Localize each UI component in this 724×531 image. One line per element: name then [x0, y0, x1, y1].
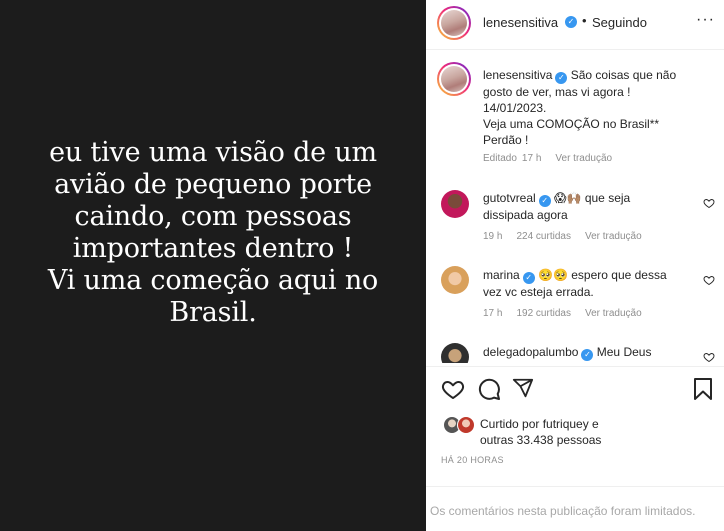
comment-avatar[interactable]: [441, 266, 469, 294]
comments-limited-notice: Os comentários nesta publicação foram li…: [426, 486, 724, 531]
comment-username[interactable]: marina: [483, 268, 520, 282]
heart-icon[interactable]: [441, 377, 465, 401]
comment-age: 17 h: [483, 308, 503, 319]
comment-age: 19 h: [483, 231, 503, 242]
caption-meta: Editado 17 h Ver tradução: [483, 153, 626, 164]
verified-badge-icon: ✓: [581, 349, 594, 361]
separator-dot: •: [582, 13, 587, 28]
comment-avatar[interactable]: [441, 343, 469, 363]
comment-line: vez vc esteja errada.: [483, 285, 594, 299]
following-button[interactable]: Seguindo: [592, 15, 647, 30]
post-media[interactable]: eu tive uma visão de um avião de pequeno…: [0, 0, 426, 531]
see-translation-link[interactable]: Ver tradução: [585, 308, 642, 319]
comment-line: 🥺🥺 espero que dessa: [538, 268, 667, 282]
caption-username[interactable]: lenesensitiva: [483, 68, 552, 82]
comments-list[interactable]: lenesensitiva ✓ São coisas que não gosto …: [426, 51, 724, 363]
media-text-line: Brasil.: [169, 297, 257, 328]
comment-line: dissipada agora: [483, 208, 568, 222]
caption-text: lenesensitiva ✓ São coisas que não gosto …: [483, 67, 715, 148]
comment-line: 😱🙌🏽 que seja: [554, 191, 631, 205]
comment-likes[interactable]: 224 curtidas: [516, 231, 570, 242]
more-options-icon[interactable]: ···: [696, 11, 715, 29]
caption-line: 14/01/2023.: [483, 101, 547, 115]
post-side-panel: lenesensitiva ✓ • Seguindo ··· lenesensi…: [426, 0, 724, 531]
likes-text: Curtido por futriquey e outras 33.438 pe…: [480, 416, 601, 448]
liked-by-line[interactable]: Curtido por futriquey e: [480, 416, 601, 432]
caption-age: 17 h: [521, 153, 542, 164]
comment-meta: 19 h 224 curtidas Ver tradução: [483, 231, 656, 242]
comment-text: marina ✓ 🥺🥺 espero que dessa vez vc estej…: [483, 267, 693, 300]
bookmark-icon[interactable]: [693, 377, 713, 401]
verified-badge-icon: ✓: [522, 272, 535, 284]
post-action-bar: [426, 366, 724, 412]
caption-line: gosto de ver, mas vi agora !: [483, 85, 631, 99]
comment-heart-icon[interactable]: [703, 197, 715, 209]
media-text-line: eu tive uma visão de um: [49, 137, 377, 168]
see-translation-link[interactable]: Ver tradução: [555, 153, 612, 164]
author-username[interactable]: lenesensitiva: [483, 15, 558, 30]
comment-text: delegadopalumbo ✓ Meu Deus: [483, 344, 693, 361]
comment-username[interactable]: gutotvreal: [483, 191, 536, 205]
media-text-line: Vi uma começão aqui no: [47, 265, 379, 296]
comment-line: Meu Deus: [596, 345, 652, 359]
liker-avatars: [443, 416, 477, 436]
verified-badge-icon: ✓: [538, 195, 551, 207]
comment-meta: 17 h 192 curtidas Ver tradução: [483, 308, 656, 319]
media-text-line: avião de pequeno porte: [54, 169, 372, 200]
post-media-text: eu tive uma visão de um avião de pequeno…: [0, 137, 426, 329]
post-timestamp[interactable]: HÁ 20 HORAS: [441, 455, 504, 465]
media-text-line: importantes dentro !: [72, 233, 354, 264]
liker-avatar: [457, 416, 475, 434]
likes-count-line[interactable]: outras 33.438 pessoas: [480, 432, 601, 448]
verified-badge-icon: ✓: [555, 72, 568, 84]
paper-plane-icon[interactable]: [512, 377, 534, 399]
author-avatar[interactable]: [437, 6, 471, 40]
verified-badge-icon: ✓: [565, 16, 577, 28]
media-text-line: caindo, com pessoas: [74, 201, 352, 232]
comment-avatar[interactable]: [441, 190, 469, 218]
edited-label: Editado: [483, 153, 517, 164]
comment-likes[interactable]: 192 curtidas: [516, 308, 570, 319]
see-translation-link[interactable]: Ver tradução: [585, 231, 642, 242]
comment-heart-icon[interactable]: [703, 274, 715, 286]
caption-avatar[interactable]: [437, 62, 471, 96]
caption-line: Veja uma COMOÇÃO no Brasil**: [483, 117, 660, 131]
comment-icon[interactable]: [477, 377, 501, 401]
comment-text: gutotvreal ✓ 😱🙌🏽 que seja dissipada agora: [483, 190, 693, 223]
caption-line: São coisas que não: [570, 68, 677, 82]
comment-heart-icon[interactable]: [703, 351, 715, 363]
post-header: lenesensitiva ✓ • Seguindo ···: [426, 0, 724, 50]
caption-line: Perdão !: [483, 133, 529, 147]
comment-username[interactable]: delegadopalumbo: [483, 345, 578, 359]
